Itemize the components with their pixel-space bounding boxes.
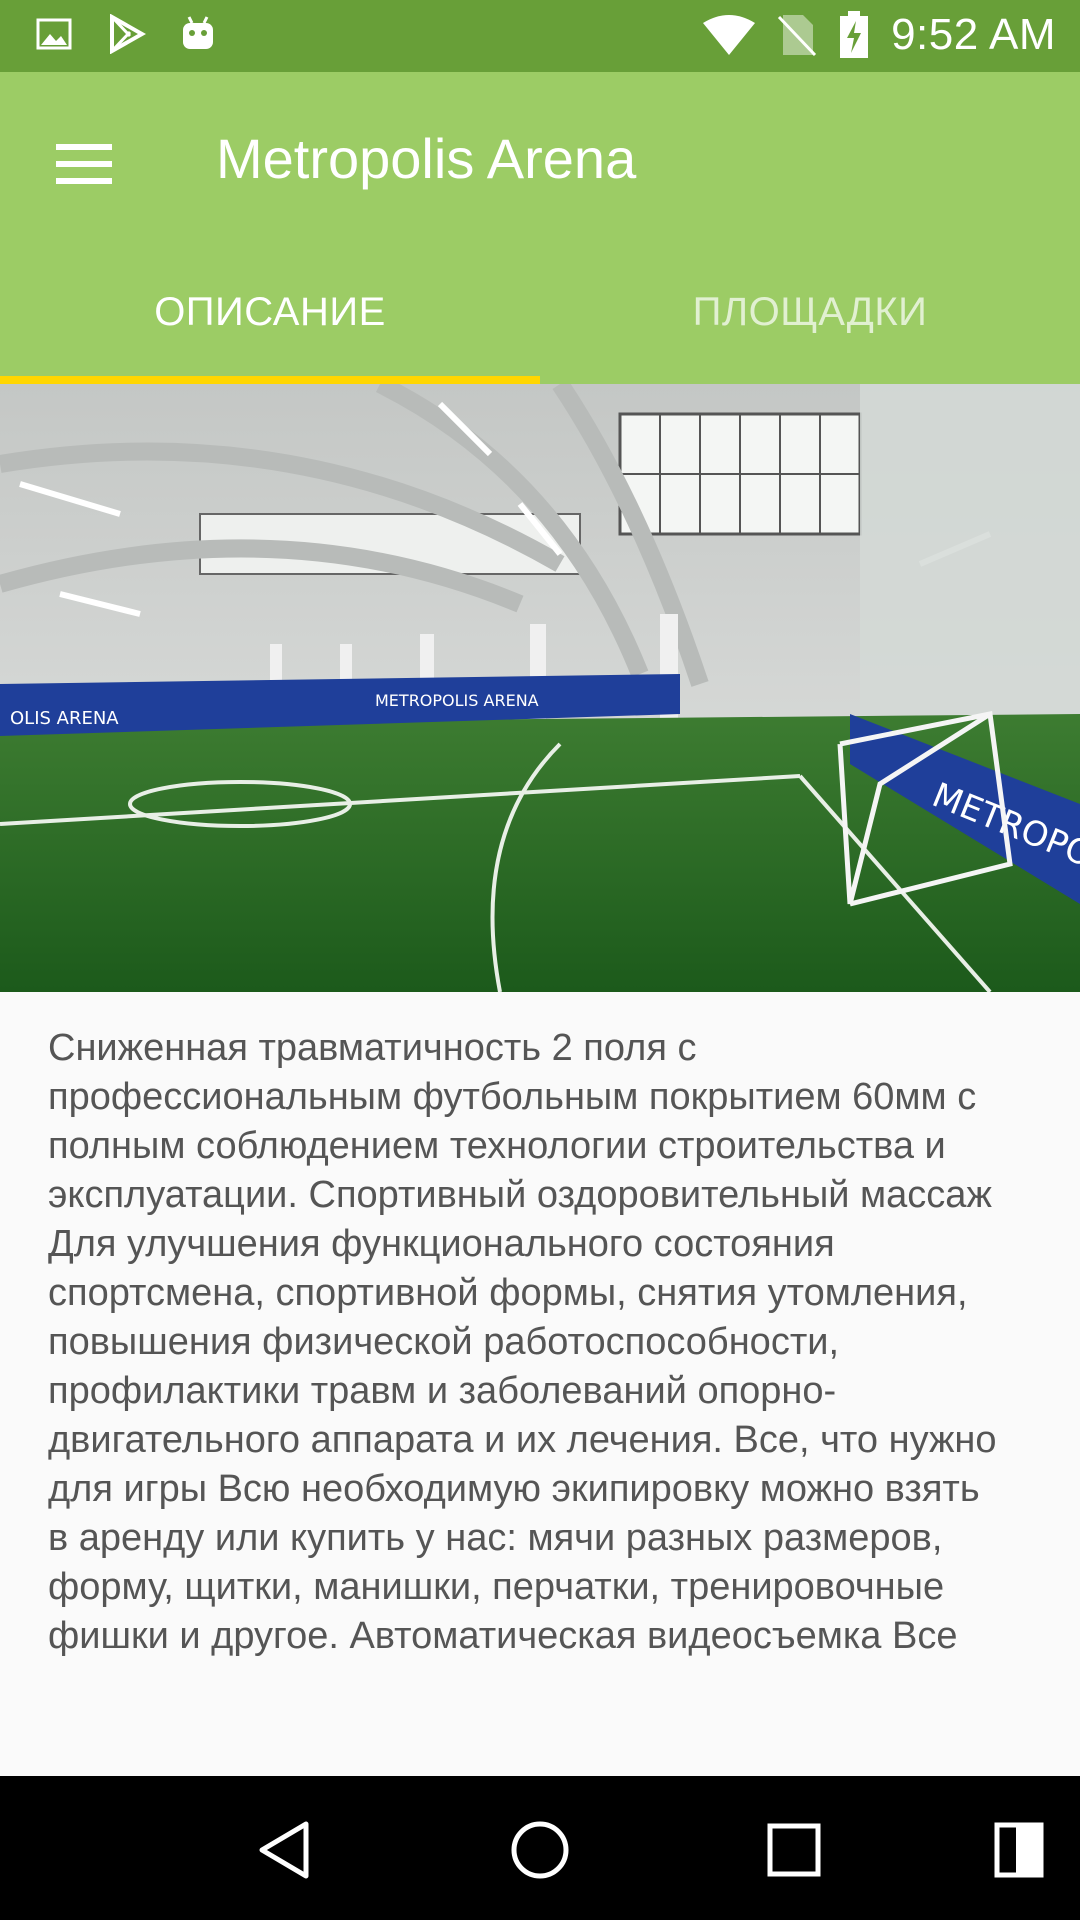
home-icon[interactable] (510, 1820, 570, 1880)
play-store-icon (110, 14, 146, 54)
tab-description[interactable]: ОПИСАНИЕ (0, 240, 540, 384)
tab-indicator (0, 376, 540, 384)
app-bar: Metropolis Arena ОПИСАНИЕ ПЛОЩАДКИ (0, 72, 1080, 384)
battery-charging-icon (840, 11, 869, 58)
banner-text-left: OLIS ARENA (10, 708, 119, 729)
wifi-icon (703, 15, 756, 55)
status-bar: 9:52 AM (0, 0, 1080, 72)
menu-button[interactable] (40, 120, 128, 208)
split-screen-icon[interactable] (994, 1822, 1044, 1878)
tab-description-label: ОПИСАНИЕ (154, 289, 386, 334)
arena-photo: OLIS ARENA METROPOLIS ARENA METROPOLIS (0, 384, 1080, 992)
back-icon[interactable] (256, 1820, 312, 1880)
image-carousel[interactable]: OLIS ARENA METROPOLIS ARENA METROPOLIS (0, 384, 1080, 992)
navigation-bar (0, 1776, 1080, 1920)
tab-fields-label: ПЛОЩАДКИ (692, 289, 928, 334)
no-sim-icon (777, 15, 817, 57)
description-text: Сниженная травматичность 2 поля с профес… (48, 1027, 997, 1657)
image-icon (36, 18, 72, 50)
page-title: Metropolis Arena (216, 127, 637, 190)
recents-icon[interactable] (766, 1822, 822, 1878)
android-icon (183, 16, 213, 49)
banner-text-center: METROPOLIS ARENA (375, 691, 539, 710)
tab-fields[interactable]: ПЛОЩАДКИ (540, 240, 1080, 384)
clock: 9:52 AM (891, 10, 1056, 59)
